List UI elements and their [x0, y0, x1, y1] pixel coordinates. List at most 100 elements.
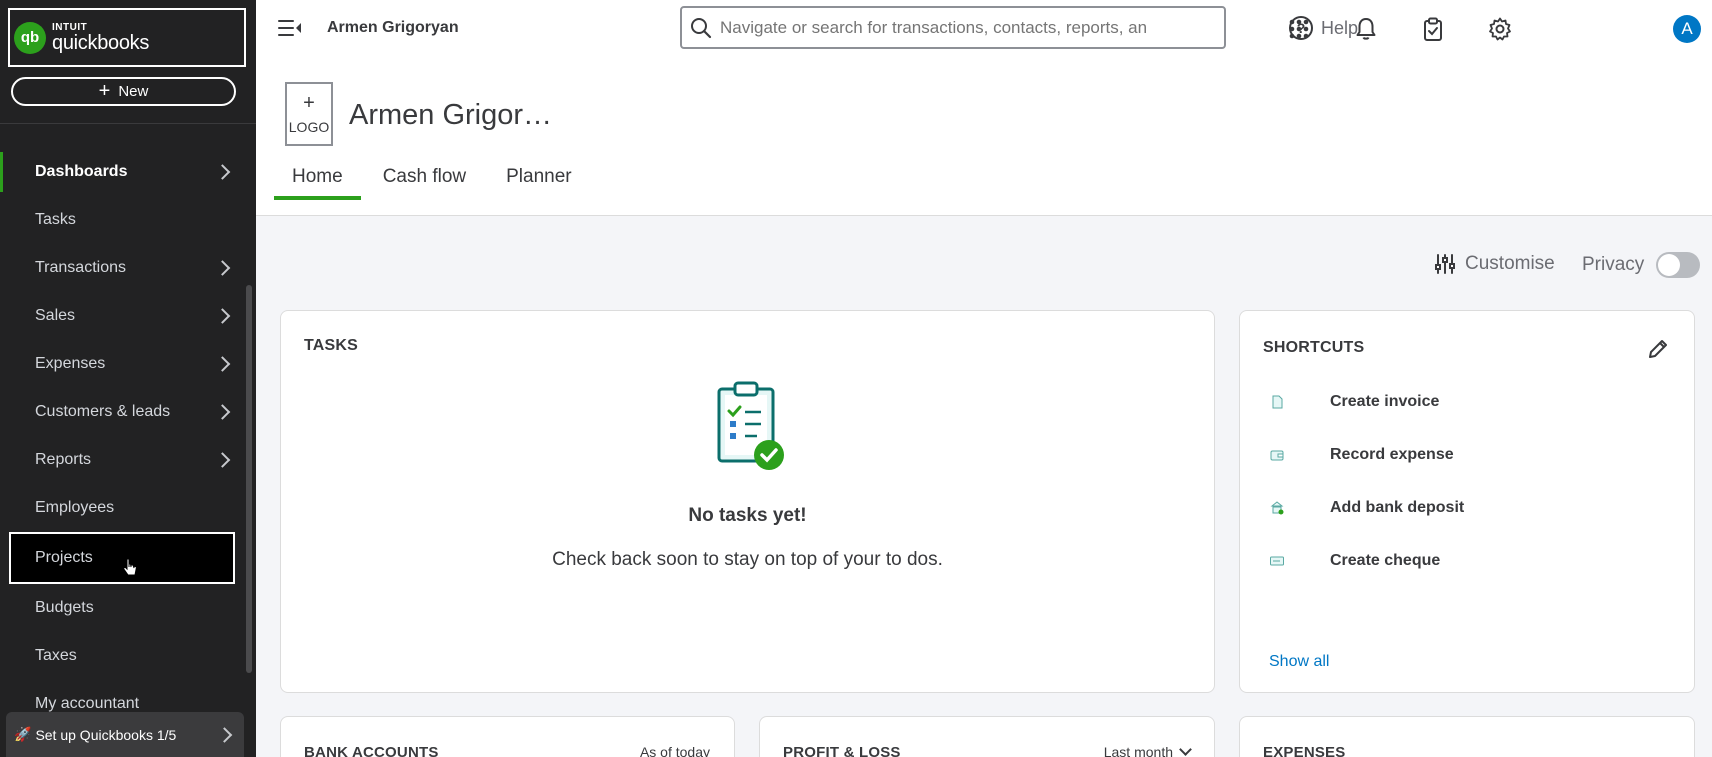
setup-quickbooks-button[interactable]: 🚀 Set up Quickbooks 1/5 — [6, 712, 244, 757]
hand-cursor-icon — [122, 558, 138, 576]
bank-accounts-title: BANK ACCOUNTS — [304, 744, 439, 757]
brand-product-text: quickbooks — [52, 31, 150, 54]
sidebar-item-budgets[interactable]: Budgets — [0, 584, 244, 632]
sidebar-item-label: Dashboards — [35, 163, 128, 180]
chevron-right-icon — [214, 452, 231, 468]
chevron-right-icon — [214, 308, 231, 324]
sidebar-item-tasks[interactable]: Tasks — [0, 196, 244, 244]
sidebar-item-label: Budgets — [35, 599, 94, 616]
privacy-label: Privacy — [1582, 254, 1645, 275]
profit-loss-period-dropdown[interactable]: Last month — [1103, 743, 1192, 757]
sidebar-item-expenses[interactable]: Expenses — [0, 340, 244, 388]
sliders-icon — [1435, 254, 1455, 274]
tab-cash-flow[interactable]: Cash flow — [365, 158, 484, 198]
shortcut-label: Create cheque — [1330, 551, 1441, 569]
shortcut-create-cheque[interactable]: Create cheque — [1270, 534, 1464, 587]
qb-logo-icon: qb — [14, 21, 46, 54]
gear-icon[interactable] — [1487, 16, 1513, 42]
logo-label: LOGO — [288, 119, 330, 135]
bell-icon[interactable] — [1353, 16, 1379, 42]
chevron-right-icon — [216, 726, 233, 743]
sidebar-item-employees[interactable]: Employees — [0, 484, 244, 532]
shortcut-label: Record expense — [1330, 445, 1454, 463]
expenses-card: EXPENSES — [1239, 716, 1695, 757]
shortcut-label: Create invoice — [1330, 392, 1440, 410]
sidebar-nav: Dashboards Tasks Transactions Sales Expe… — [0, 148, 244, 728]
chevron-down-icon — [1179, 743, 1192, 756]
new-button[interactable]: + New — [11, 77, 236, 106]
company-name-top: Armen Grigoryan — [327, 19, 459, 36]
apps-grid-icon[interactable] — [1286, 16, 1312, 42]
sidebar-item-label: My accountant — [35, 695, 140, 712]
sidebar-item-label: Transactions — [35, 259, 126, 276]
task-clipboard-icon[interactable] — [1420, 16, 1446, 42]
sidebar-item-label: Projects — [35, 549, 93, 566]
bank-accounts-card: BANK ACCOUNTS As of today — [280, 716, 735, 757]
sidebar-item-sales[interactable]: Sales — [0, 292, 244, 340]
no-tasks-subtitle: Check back soon to stay on top of your t… — [552, 549, 943, 570]
sidebar-scrollbar[interactable] — [246, 285, 252, 673]
add-logo-button[interactable]: + LOGO — [285, 82, 333, 146]
collapse-menu-icon[interactable] — [278, 19, 302, 37]
dashboard-tabs: Home Cash flow Planner — [274, 158, 594, 200]
shortcut-label: Add bank deposit — [1330, 498, 1465, 516]
sidebar-item-label: Sales — [35, 307, 76, 324]
deposit-icon — [1270, 500, 1284, 514]
sidebar-item-label: Reports — [35, 451, 92, 468]
user-avatar[interactable]: A — [1673, 15, 1701, 43]
shortcut-add-bank-deposit[interactable]: Add bank deposit — [1270, 481, 1464, 534]
sidebar-item-customers-leads[interactable]: Customers & leads — [0, 388, 244, 436]
shortcuts-card: SHORTCUTS Create invoice Record expense … — [1239, 310, 1695, 693]
brand-intuit-text: INTUIT — [52, 21, 88, 33]
tab-planner[interactable]: Planner — [488, 158, 590, 198]
edit-pencil-icon[interactable] — [1646, 337, 1670, 361]
shortcut-create-invoice[interactable]: Create invoice — [1270, 375, 1464, 428]
customise-label: Customise — [1465, 253, 1555, 274]
bank-accounts-date: As of today — [639, 744, 710, 757]
sidebar-item-transactions[interactable]: Transactions — [0, 244, 244, 292]
sidebar-item-taxes[interactable]: Taxes — [0, 632, 244, 680]
tasks-title: TASKS — [304, 337, 359, 354]
no-tasks-title: No tasks yet! — [688, 505, 807, 526]
customise-button[interactable]: Customise — [1433, 252, 1555, 276]
privacy-toggle[interactable] — [1656, 252, 1701, 278]
sidebar-item-label: Tasks — [35, 211, 76, 228]
quickbooks-logo[interactable]: qb INTUIT quickbooks — [8, 8, 246, 67]
profit-loss-title: PROFIT & LOSS — [783, 744, 901, 757]
search-bar[interactable] — [680, 6, 1226, 49]
sidebar-item-dashboards[interactable]: Dashboards — [0, 148, 244, 196]
invoice-icon — [1272, 395, 1283, 408]
shortcut-list: Create invoice Record expense Add bank d… — [1270, 375, 1464, 587]
plus-icon: + — [303, 92, 315, 114]
sidebar: qb INTUIT quickbooks + New Dashboards Ta… — [0, 0, 256, 757]
topbar: Armen Grigoryan ? Help A — [256, 0, 1712, 58]
tasks-card: TASKS No tasks yet! Check back soon to s… — [280, 310, 1215, 693]
shortcut-record-expense[interactable]: Record expense — [1270, 428, 1464, 481]
company-header: + LOGO Armen Grigor… Home Cash flow Plan… — [256, 58, 1712, 216]
clipboard-check-icon — [717, 381, 784, 470]
expenses-title: EXPENSES — [1263, 744, 1346, 757]
sidebar-item-label: Expenses — [35, 355, 106, 372]
shortcuts-title: SHORTCUTS — [1263, 339, 1365, 356]
chevron-right-icon — [214, 356, 231, 372]
sidebar-item-reports[interactable]: Reports — [0, 436, 244, 484]
show-all-link[interactable]: Show all — [1269, 653, 1329, 671]
period-label: Last month — [1103, 744, 1173, 757]
sidebar-item-label: Customers & leads — [35, 403, 171, 420]
cheque-icon — [1270, 556, 1284, 565]
chevron-right-icon — [214, 164, 231, 180]
chevron-right-icon — [214, 260, 231, 276]
new-button-label: New — [118, 83, 149, 100]
search-icon — [691, 17, 712, 38]
plus-icon: + — [98, 79, 111, 102]
setup-label: Set up Quickbooks 1/5 — [35, 726, 177, 743]
privacy-control: Privacy — [1582, 252, 1701, 278]
tab-home[interactable]: Home — [274, 158, 361, 200]
search-input[interactable] — [720, 17, 1210, 38]
company-name: Armen Grigor… — [349, 99, 553, 131]
expense-icon — [1270, 450, 1284, 460]
sidebar-item-label: Employees — [35, 499, 115, 516]
sidebar-divider — [0, 123, 256, 124]
profit-loss-card: PROFIT & LOSS Last month — [759, 716, 1215, 757]
sidebar-item-label: Taxes — [35, 647, 77, 664]
